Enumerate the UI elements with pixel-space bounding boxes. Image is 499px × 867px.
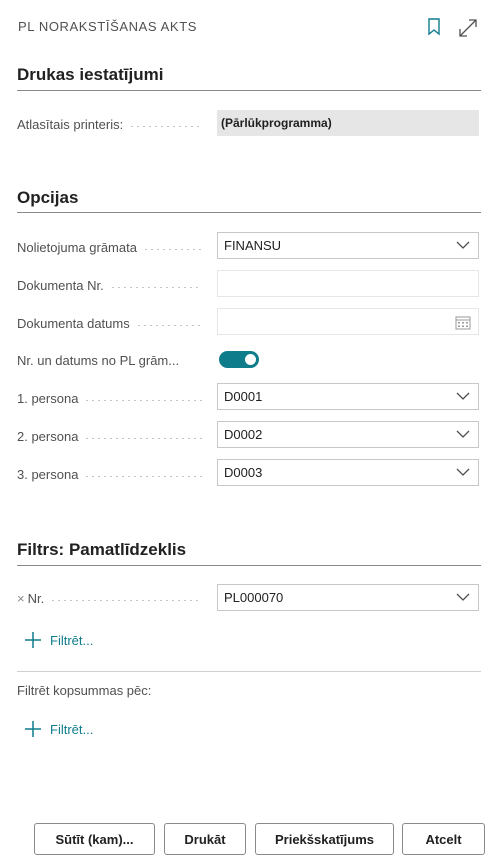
section-divider [17,565,481,566]
number-date-toggle[interactable] [219,351,259,368]
printer-label: Atlasītais printeris: [17,116,124,132]
section-divider [17,90,481,91]
bookmark-icon[interactable] [427,18,441,41]
person1-value: D0001 [224,389,263,404]
filter-nr-label-row: × Nr. [17,588,210,608]
person1-select[interactable]: D0001 [217,383,479,410]
label-leader [84,475,202,477]
section-title-print-settings: Drukas iestatījumi [17,65,164,84]
journal-label: Nolietojuma grāmata [17,239,137,255]
plus-icon [25,721,41,737]
chevron-down-icon [456,241,470,249]
section-title-filter: Filtrs: Pamatlīdzeklis [17,540,187,559]
label-leader [142,248,202,250]
label-leader [84,399,202,401]
printer-label-row: Atlasītais printeris: [17,114,210,134]
toggle-label-row: Nr. un datums no PL grām... [17,350,210,370]
label-leader [84,437,202,439]
section-title-options: Opcijas [17,188,79,207]
person2-select[interactable]: D0002 [217,421,479,448]
person1-label: 1. persona [17,390,79,406]
person2-value: D0002 [224,427,263,442]
doc-no-label: Dokumenta Nr. [17,277,104,293]
label-leader [129,125,202,127]
toggle-label: Nr. un datums no PL grām... [17,352,180,368]
calendar-icon[interactable] [455,315,471,330]
expand-icon[interactable] [457,17,479,44]
label-leader [50,599,202,601]
add-totals-filter-label: Filtrēt... [50,721,94,737]
send-to-button[interactable]: Sūtīt (kam)... [34,823,155,855]
plus-icon [25,632,41,648]
person1-label-row: 1. persona [17,388,210,408]
toggle-knob [245,354,256,365]
preview-button[interactable]: Priekšskatījums [255,823,394,855]
label-leader [135,324,202,326]
doc-date-label-row: Dokumenta datums [17,313,210,333]
chevron-down-icon [456,468,470,476]
chevron-down-icon [456,392,470,400]
chevron-down-icon [456,430,470,438]
add-filter-label: Filtrēt... [50,632,94,648]
filter-nr-select[interactable]: PL000070 [217,584,479,611]
person2-label: 2. persona [17,428,79,444]
person2-label-row: 2. persona [17,426,210,446]
journal-label-row: Nolietojuma grāmata [17,237,210,257]
person3-value: D0003 [224,465,263,480]
person3-select[interactable]: D0003 [217,459,479,486]
filter-nr-value: PL000070 [224,590,284,605]
divider [17,671,481,672]
journal-value: FINANSU [224,238,282,253]
add-filter-link[interactable]: Filtrēt... [24,631,93,649]
filter-nr-label: Nr. [27,590,45,606]
journal-select[interactable]: FINANSU [217,232,479,259]
add-totals-filter-link[interactable]: Filtrēt... [24,720,93,738]
doc-no-field[interactable] [217,270,479,297]
remove-filter-icon[interactable]: × [17,591,25,606]
person3-label-row: 3. persona [17,464,210,484]
printer-field[interactable]: (Pārlūkprogramma) [217,110,479,136]
doc-date-label: Dokumenta datums [17,315,130,331]
page-title: PL NORAKSTĪŠANAS AKTS [18,19,198,34]
doc-date-field[interactable] [217,308,479,335]
section-divider [17,212,481,213]
totals-filter-label: Filtrēt kopsummas pēc: [17,683,152,698]
label-leader [109,286,202,288]
print-button[interactable]: Drukāt [164,823,246,855]
chevron-down-icon [456,593,470,601]
cancel-button[interactable]: Atcelt [402,823,485,855]
doc-no-label-row: Dokumenta Nr. [17,275,210,295]
person3-label: 3. persona [17,466,79,482]
